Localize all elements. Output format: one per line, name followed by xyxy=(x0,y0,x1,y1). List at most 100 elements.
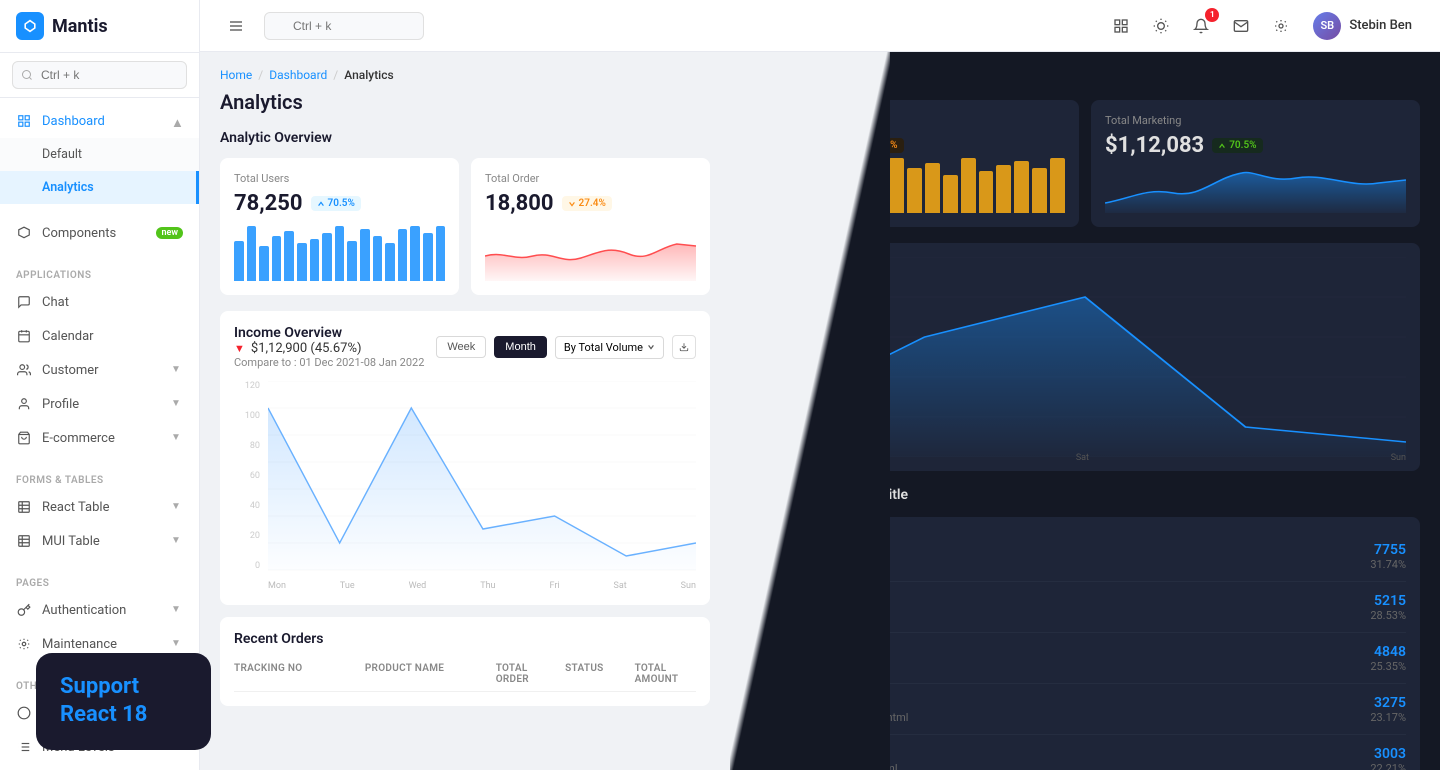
bar xyxy=(907,168,922,213)
sidebar-item-ecommerce[interactable]: E-commerce ▼ xyxy=(0,421,199,455)
income-compare: Compare to : 01 Dec 2021-08 Jan 2022 xyxy=(234,356,424,369)
pv-right: 3275 23.17% xyxy=(1370,695,1406,724)
pv-left: Utilities /demo/admin/util.html xyxy=(764,643,1370,673)
bar xyxy=(782,168,797,213)
sidebar-item-react-table[interactable]: React Table ▼ xyxy=(0,490,199,524)
dashboard-chevron: ▲ xyxy=(171,115,183,127)
settings-button[interactable] xyxy=(1265,10,1297,42)
sidebar-item-chat[interactable]: Chat xyxy=(0,285,199,319)
download-button[interactable] xyxy=(672,335,696,359)
search-input[interactable] xyxy=(12,61,187,89)
sidebar-item-profile[interactable]: Profile ▼ xyxy=(0,387,199,421)
mui-table-chevron: ▼ xyxy=(171,535,183,547)
dark-stat-card-marketing: Total Marketing $1,12,083 70.5% xyxy=(1091,100,1420,227)
react-table-icon xyxy=(16,499,32,515)
nav-section-forms: Forms & Tables React Table ▼ MUI Table ▼ xyxy=(0,461,199,564)
pv-pct: 22.21% xyxy=(1370,762,1406,770)
support-line2: React 18 xyxy=(60,701,187,730)
bar xyxy=(889,158,904,213)
users-bar-chart xyxy=(234,226,445,281)
marketing-badge: 70.5% xyxy=(1212,138,1262,153)
page-view-item: Admin Home /demo/admin/index.html 7755 3… xyxy=(764,531,1406,582)
income-overview-card: Income Overview ▼ $1,12,900 (45.67%) Com… xyxy=(220,311,710,605)
support-popup[interactable]: Support React 18 xyxy=(36,653,211,750)
bar xyxy=(871,178,886,213)
pv-path: /demo/admin/util.html xyxy=(764,660,1370,673)
sales-label: Total Sales xyxy=(764,114,1065,127)
username-label: Stebin Ben xyxy=(1349,18,1412,33)
bar xyxy=(996,165,1011,213)
page-title: Analytics xyxy=(220,90,710,114)
sales-value-row: $35,078 27.4% xyxy=(764,133,1065,158)
income-value-row: ▼ $1,12,900 (45.67%) xyxy=(234,341,424,356)
bar xyxy=(335,226,345,281)
bar xyxy=(1032,168,1047,213)
dark-panel: Total Sales $35,078 27.4% Total Marketin… xyxy=(730,52,1440,770)
pv-pct: 28.53% xyxy=(1370,609,1406,622)
maintenance-label: Maintenance xyxy=(42,637,117,652)
sidebar-item-analytics[interactable]: Analytics xyxy=(0,171,199,204)
dashboard-label: Dashboard xyxy=(42,114,105,129)
bar xyxy=(853,165,868,213)
page-view-item: Form Validation /demo/admin/validation.h… xyxy=(764,684,1406,735)
bar xyxy=(385,243,395,281)
sidebar-item-calendar[interactable]: Calendar xyxy=(0,319,199,353)
chat-label: Chat xyxy=(42,295,69,310)
bar xyxy=(423,233,433,281)
volume-select[interactable]: By Total Volume xyxy=(555,336,664,359)
marketing-area-chart xyxy=(1105,158,1406,213)
week-button[interactable]: Week xyxy=(436,336,486,358)
sidebar-item-authentication[interactable]: Authentication ▼ xyxy=(0,593,199,627)
user-menu[interactable]: SB Stebin Ben xyxy=(1305,8,1420,44)
pv-left: Modals /demo/admin/modals.html xyxy=(764,745,1370,770)
breadcrumb-home[interactable]: Home xyxy=(220,68,252,82)
profile-label: Profile xyxy=(42,397,79,412)
auth-label: Authentication xyxy=(42,603,126,618)
pv-path: /demo/admin/index.html xyxy=(764,558,1370,571)
theme-button[interactable] xyxy=(1145,10,1177,42)
page-views-card: Admin Home /demo/admin/index.html 7755 3… xyxy=(750,517,1420,770)
bar xyxy=(297,243,307,281)
pv-count: 4848 xyxy=(1370,644,1406,660)
support-line1: Support xyxy=(60,673,187,702)
breadcrumb-dashboard[interactable]: Dashboard xyxy=(269,68,327,82)
month-button[interactable]: Month xyxy=(494,336,547,358)
app-name: Mantis xyxy=(52,16,108,37)
sidebar-item-customer[interactable]: Customer ▼ xyxy=(0,353,199,387)
customer-chevron: ▼ xyxy=(171,364,183,376)
pv-title: Form Elements xyxy=(764,592,1370,607)
components-badge: new xyxy=(156,227,183,239)
bar xyxy=(961,158,976,213)
header-search-input[interactable] xyxy=(264,12,424,40)
sidebar-item-dashboard[interactable]: Dashboard ▲ xyxy=(0,104,199,138)
sidebar-logo[interactable]: Mantis xyxy=(0,0,199,53)
profile-chevron: ▼ xyxy=(171,398,183,410)
sidebar-item-components[interactable]: Components new xyxy=(0,216,199,250)
page-view-item: Utilities /demo/admin/util.html 4848 25.… xyxy=(764,633,1406,684)
menu-toggle-button[interactable] xyxy=(220,10,252,42)
pv-title: Form Validation xyxy=(764,694,1370,709)
sidebar-item-default[interactable]: Default xyxy=(0,138,199,171)
message-button[interactable] xyxy=(1225,10,1257,42)
bar xyxy=(764,183,779,213)
bar xyxy=(347,241,357,281)
bar xyxy=(284,231,294,281)
col-product: PRODUCT NAME xyxy=(365,663,488,685)
order-badge: 27.4% xyxy=(562,196,612,211)
notification-wrap: 1 xyxy=(1185,10,1217,42)
bar xyxy=(943,175,958,213)
bar xyxy=(310,239,320,281)
sidebar-item-mui-table[interactable]: MUI Table ▼ xyxy=(0,524,199,558)
apps-button[interactable] xyxy=(1105,10,1137,42)
bar xyxy=(373,236,383,281)
stat-card-users: Total Users 78,250 70.5% xyxy=(220,158,459,295)
auth-icon xyxy=(16,602,32,618)
income-line-svg xyxy=(268,381,696,571)
bar xyxy=(800,158,815,213)
dark-income-chart: Fri Sat Sun xyxy=(750,243,1420,471)
pv-count: 5215 xyxy=(1370,593,1406,609)
bar xyxy=(925,163,940,213)
bar xyxy=(259,246,269,281)
sales-bar-chart xyxy=(764,158,1065,213)
pv-count: 7755 xyxy=(1370,542,1406,558)
